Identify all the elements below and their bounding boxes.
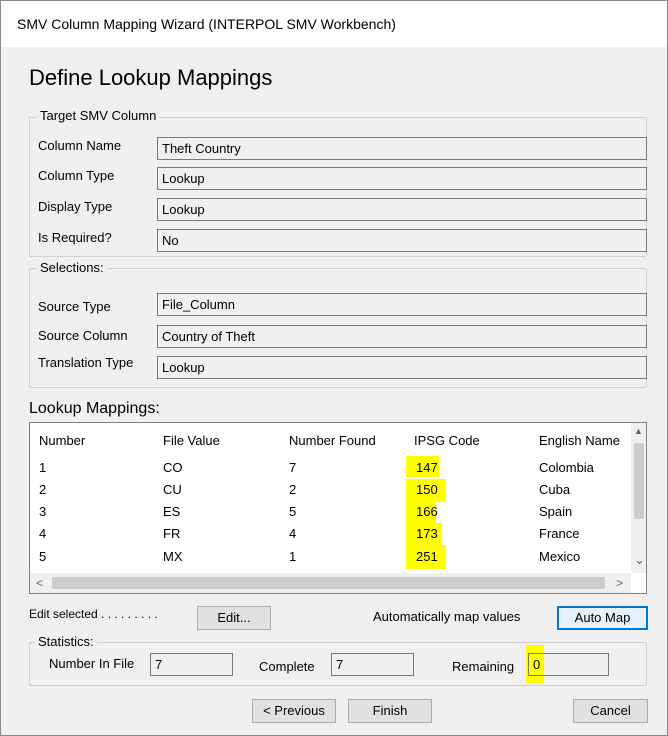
lookup-mappings-title: Lookup Mappings: xyxy=(29,400,160,417)
horizontal-scroll-thumb[interactable] xyxy=(52,577,605,589)
scroll-down-icon[interactable]: ⌄ xyxy=(634,552,645,568)
column-header-english-name[interactable]: English Name xyxy=(539,433,620,448)
source-type-label: Source Type xyxy=(38,299,111,314)
complete-field[interactable]: 7 xyxy=(331,653,414,676)
row-english-name: Cuba xyxy=(539,482,571,497)
column-header-number-found[interactable]: Number Found xyxy=(289,433,376,448)
translation-type-field[interactable]: Lookup xyxy=(157,356,647,379)
auto-map-button[interactable]: Auto Map xyxy=(557,606,648,630)
row-number-found: 1 xyxy=(289,549,297,564)
source-column-field[interactable]: Country of Theft xyxy=(157,325,647,348)
row-file-value: MX xyxy=(163,549,183,564)
row-number-found: 7 xyxy=(289,460,297,475)
vertical-scroll-thumb[interactable] xyxy=(634,443,644,519)
horizontal-scrollbar[interactable]: < > xyxy=(30,573,631,593)
complete-label: Complete xyxy=(259,659,315,674)
display-type-field[interactable]: Lookup xyxy=(157,198,647,221)
vertical-scrollbar[interactable]: ▲ ⌄ xyxy=(631,423,646,573)
is-required-label: Is Required? xyxy=(38,230,112,245)
remaining-field[interactable]: 0 xyxy=(528,653,609,676)
row-english-name: France xyxy=(539,526,580,541)
row-ipsg-code: 251 xyxy=(416,549,438,564)
row-ipsg-code: 173 xyxy=(416,526,438,541)
row-english-name: Colombia xyxy=(539,460,594,475)
row-number: 1 xyxy=(39,460,47,475)
row-ipsg-code: 147 xyxy=(416,460,438,475)
selections-group-label: Selections: xyxy=(37,260,107,275)
column-header-number[interactable]: Number xyxy=(39,433,85,448)
column-type-field[interactable]: Lookup xyxy=(157,167,647,190)
row-number-found: 2 xyxy=(289,482,297,497)
row-file-value: CU xyxy=(163,482,182,497)
number-in-file-field[interactable]: 7 xyxy=(150,653,233,676)
source-type-field[interactable]: File_Column xyxy=(157,293,647,316)
column-name-label: Column Name xyxy=(38,138,122,153)
row-number-found: 4 xyxy=(289,526,297,541)
row-ipsg-code: 150 xyxy=(416,482,438,497)
auto-map-label: Automatically map values xyxy=(373,609,521,624)
edit-button[interactable]: Edit... xyxy=(197,606,271,630)
cancel-button[interactable]: Cancel xyxy=(573,699,648,723)
page-title: Define Lookup Mappings xyxy=(29,65,273,90)
lookup-mappings-list[interactable]: Number File Value Number Found IPSG Code… xyxy=(29,422,647,594)
window-title: SMV Column Mapping Wizard (INTERPOL SMV … xyxy=(17,16,396,32)
finish-button[interactable]: Finish xyxy=(348,699,432,723)
remaining-label: Remaining xyxy=(452,659,515,674)
target-column-group-label: Target SMV Column xyxy=(37,108,160,123)
number-in-file-label: Number In File xyxy=(49,656,135,671)
row-number: 4 xyxy=(39,526,47,541)
row-number: 3 xyxy=(39,504,47,519)
scroll-up-icon[interactable]: ▲ xyxy=(634,426,643,436)
edit-selected-label: Edit selected . . . . . . . . . xyxy=(29,607,158,621)
row-number: 5 xyxy=(39,549,47,564)
statistics-group-label: Statistics: xyxy=(35,634,97,649)
row-number: 2 xyxy=(39,482,47,497)
row-english-name: Mexico xyxy=(539,549,581,564)
previous-button[interactable]: < Previous xyxy=(252,699,336,723)
scroll-left-icon[interactable]: < xyxy=(36,576,43,590)
row-english-name: Spain xyxy=(539,504,573,519)
is-required-field[interactable]: No xyxy=(157,229,647,252)
column-header-ipsg-code[interactable]: IPSG Code xyxy=(414,433,480,448)
wizard-window: SMV Column Mapping Wizard (INTERPOL SMV … xyxy=(0,0,668,736)
column-header-file-value[interactable]: File Value xyxy=(163,433,220,448)
source-column-label: Source Column xyxy=(38,328,128,343)
scroll-right-icon[interactable]: > xyxy=(616,576,623,590)
translation-type-label: Translation Type xyxy=(38,355,134,370)
display-type-label: Display Type xyxy=(38,199,113,214)
title-bar: SMV Column Mapping Wizard (INTERPOL SMV … xyxy=(1,1,667,47)
row-file-value: CO xyxy=(163,460,183,475)
column-name-field[interactable]: Theft Country xyxy=(157,137,647,160)
column-type-label: Column Type xyxy=(38,168,115,183)
row-file-value: ES xyxy=(163,504,181,519)
row-number-found: 5 xyxy=(289,504,297,519)
row-file-value: FR xyxy=(163,526,181,541)
row-ipsg-code: 166 xyxy=(416,504,438,519)
